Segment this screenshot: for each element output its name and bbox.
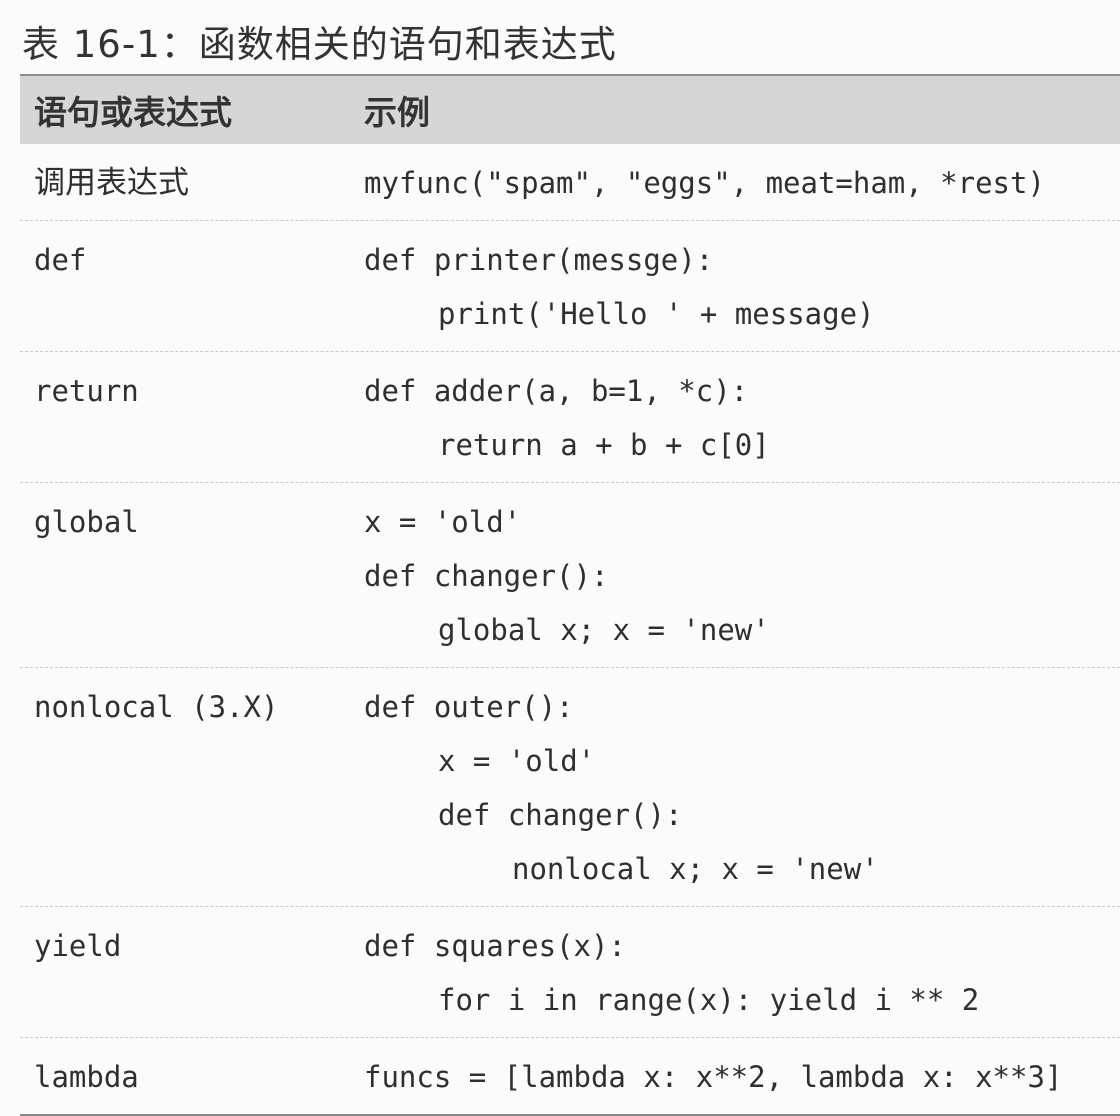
- code-line: x = 'old': [438, 744, 596, 778]
- table-row-global: global x = 'old' def changer(): global x…: [20, 483, 1120, 668]
- example-cell: def outer(): x = 'old' def changer(): no…: [364, 668, 1120, 906]
- statement-cell: nonlocal (3.X): [34, 690, 279, 724]
- statement-cell: return: [34, 374, 139, 408]
- table-header: 语句或表达式 示例: [20, 74, 1120, 144]
- example-cell: def printer(messge): print('Hello ' + me…: [364, 221, 1120, 351]
- code-line: for i in range(x): yield i ** 2: [438, 983, 980, 1017]
- table-caption: 表 16-1：函数相关的语句和表达式: [22, 23, 617, 66]
- example-cell: def squares(x): for i in range(x): yield…: [364, 907, 1120, 1037]
- statement-cell: yield: [34, 929, 122, 963]
- statement-cell: def: [34, 243, 87, 277]
- code-line: def adder(a, b=1, *c):: [364, 374, 749, 408]
- code-line: def changer():: [438, 798, 683, 832]
- code-line: def outer():: [364, 690, 574, 724]
- code-line: def changer():: [364, 559, 609, 593]
- code-line: print('Hello ' + message): [438, 297, 875, 331]
- code-line: funcs = [lambda x: x**2, lambda x: x**3]: [364, 1060, 1063, 1094]
- code-line: x = 'old': [364, 505, 522, 539]
- code-line: nonlocal x; x = 'new': [512, 852, 879, 886]
- table-row-return: return def adder(a, b=1, *c): return a +…: [20, 352, 1120, 483]
- table-row-lambda: lambda funcs = [lambda x: x**2, lambda x…: [20, 1038, 1120, 1116]
- table-row-call: 调用表达式 myfunc("spam", "eggs", meat=ham, *…: [20, 144, 1120, 221]
- example-cell: x = 'old' def changer(): global x; x = '…: [364, 483, 1120, 667]
- statement-cell: 调用表达式: [34, 165, 189, 201]
- code-line: def squares(x):: [364, 929, 626, 963]
- statement-cell: global: [34, 505, 139, 539]
- code-line: myfunc("spam", "eggs", meat=ham, *rest): [364, 166, 1045, 200]
- code-line: global x; x = 'new': [438, 613, 770, 647]
- header-statement: 语句或表达式: [34, 93, 232, 132]
- table-row-def: def def printer(messge): print('Hello ' …: [20, 221, 1120, 352]
- header-example: 示例: [364, 93, 430, 132]
- code-line: def printer(messge):: [364, 243, 714, 277]
- example-cell: def adder(a, b=1, *c): return a + b + c[…: [364, 352, 1120, 482]
- example-cell: myfunc("spam", "eggs", meat=ham, *rest): [364, 144, 1120, 220]
- code-line: return a + b + c[0]: [438, 428, 770, 462]
- example-cell: funcs = [lambda x: x**2, lambda x: x**3]: [364, 1038, 1120, 1114]
- table-row-yield: yield def squares(x): for i in range(x):…: [20, 907, 1120, 1038]
- statement-cell: lambda: [34, 1060, 139, 1094]
- function-statements-table: 语句或表达式 示例 调用表达式 myfunc("spam", "eggs", m…: [20, 74, 1120, 1116]
- table-row-nonlocal: nonlocal (3.X) def outer(): x = 'old' de…: [20, 668, 1120, 907]
